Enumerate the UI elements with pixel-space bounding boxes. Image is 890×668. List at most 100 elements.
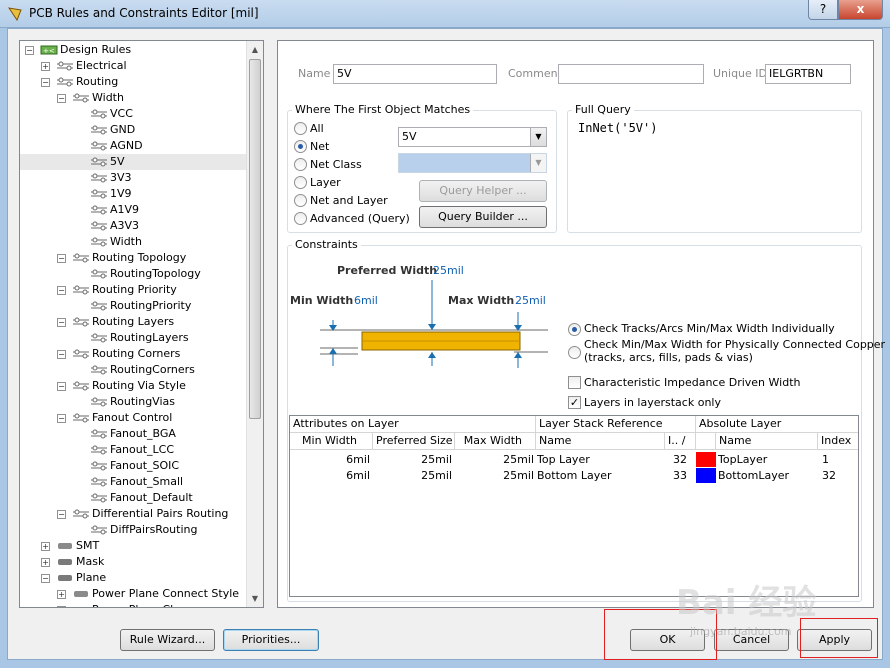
tree-item[interactable]: + Power Plane Connect Style <box>20 586 248 602</box>
close-button[interactable]: x <box>838 0 883 20</box>
expand-icon[interactable]: + <box>41 558 50 567</box>
col-abs-name[interactable]: Name <box>716 433 818 450</box>
tree-item[interactable]: Width <box>20 234 248 250</box>
help-button[interactable]: ? <box>808 0 838 20</box>
col-stack-index[interactable]: I.. / <box>665 433 696 450</box>
impedance-checkbox[interactable] <box>568 376 581 389</box>
tree-item[interactable]: Fanout_LCC <box>20 442 248 458</box>
collapse-icon[interactable]: − <box>57 382 66 391</box>
match-radio-label[interactable]: All <box>310 122 324 135</box>
collapse-icon[interactable]: − <box>25 46 34 55</box>
tree-item[interactable]: RoutingCorners <box>20 362 248 378</box>
tree-item[interactable]: RoutingVias <box>20 394 248 410</box>
cell-abs-name[interactable]: BottomLayer <box>718 468 818 484</box>
tree-item[interactable]: Fanout_Small <box>20 474 248 490</box>
tree-item[interactable]: Fanout_SOIC <box>20 458 248 474</box>
tree-item[interactable]: A3V3 <box>20 218 248 234</box>
cell-stack-name[interactable]: Bottom Layer <box>537 468 665 484</box>
expand-icon[interactable]: + <box>41 542 50 551</box>
tree-item[interactable]: VCC <box>20 106 248 122</box>
match-radio-label[interactable]: Net and Layer <box>310 194 388 207</box>
check-connected-label[interactable]: Check Min/Max Width for Physically Conne… <box>584 338 885 351</box>
cell-abs-name[interactable]: TopLayer <box>718 452 818 468</box>
tree-item[interactable]: 5V <box>20 154 248 170</box>
match-radio-net-class[interactable] <box>294 158 307 171</box>
tree-item[interactable]: RoutingLayers <box>20 330 248 346</box>
cell-max-width[interactable]: 25mil <box>455 468 536 484</box>
tree-item[interactable]: + Power Plane Clearance <box>20 602 248 607</box>
table-row[interactable]: 6mil 25mil 25mil Top Layer 32 TopLayer 1 <box>290 452 858 468</box>
layerstack-only-checkbox[interactable]: ✓ <box>568 396 581 409</box>
collapse-icon[interactable]: − <box>57 510 66 519</box>
layerstack-only-label[interactable]: Layers in layerstack only <box>584 396 721 409</box>
comment-field[interactable] <box>558 64 704 84</box>
tree-item[interactable]: − Differential Pairs Routing <box>20 506 248 522</box>
col-preferred-size[interactable]: Preferred Size <box>373 433 455 450</box>
scroll-up-icon[interactable]: ▲ <box>247 41 263 58</box>
match-radio-all[interactable] <box>294 122 307 135</box>
cell-stack-index[interactable]: 33 <box>665 468 687 484</box>
layer-width-table[interactable]: Attributes on Layer Layer Stack Referenc… <box>289 415 859 597</box>
tree-item[interactable]: − +< Design Rules <box>20 42 248 58</box>
preferred-width-value[interactable]: 25mil <box>433 264 464 277</box>
match-radio-layer[interactable] <box>294 176 307 189</box>
priorities-button[interactable]: Priorities... <box>223 629 319 651</box>
name-field[interactable]: 5V <box>333 64 497 84</box>
cell-stack-name[interactable]: Top Layer <box>537 452 665 468</box>
collapse-icon[interactable]: − <box>41 574 50 583</box>
tree-item[interactable]: AGND <box>20 138 248 154</box>
collapse-icon[interactable]: − <box>57 286 66 295</box>
expand-icon[interactable]: + <box>41 62 50 71</box>
collapse-icon[interactable]: − <box>57 94 66 103</box>
tree-item[interactable]: + Mask <box>20 554 248 570</box>
cell-preferred-size[interactable]: 25mil <box>373 468 455 484</box>
expand-icon[interactable]: + <box>57 606 66 607</box>
net-select[interactable]: 5V ▼ <box>398 127 547 147</box>
tree-item[interactable]: − Width <box>20 90 248 106</box>
col-min-width[interactable]: Min Width <box>290 433 373 450</box>
col-abs-index[interactable]: Index <box>818 433 858 450</box>
scroll-down-icon[interactable]: ▼ <box>247 590 263 607</box>
query-builder-button[interactable]: Query Builder ... <box>419 206 547 228</box>
tree-item[interactable]: − Routing Corners <box>20 346 248 362</box>
tree-item[interactable]: Fanout_BGA <box>20 426 248 442</box>
collapse-icon[interactable]: − <box>57 318 66 327</box>
impedance-label[interactable]: Characteristic Impedance Driven Width <box>584 376 800 389</box>
tree-item[interactable]: − Routing <box>20 74 248 90</box>
tree-item[interactable]: + Electrical <box>20 58 248 74</box>
col-stack-name[interactable]: Name <box>536 433 665 450</box>
match-radio-label[interactable]: Advanced (Query) <box>310 212 410 225</box>
cell-min-width[interactable]: 6mil <box>290 452 373 468</box>
expand-icon[interactable]: + <box>57 590 66 599</box>
tree-item[interactable]: 3V3 <box>20 170 248 186</box>
col-max-width[interactable]: Max Width <box>455 433 536 450</box>
tree-item[interactable]: + SMT <box>20 538 248 554</box>
scroll-thumb[interactable] <box>249 59 261 419</box>
cell-abs-index[interactable]: 32 <box>822 468 858 484</box>
match-radio-advanced-query[interactable] <box>294 212 307 225</box>
cell-abs-index[interactable]: 1 <box>822 452 858 468</box>
tree-item[interactable]: − Routing Topology <box>20 250 248 266</box>
rules-tree[interactable]: − +< Design Rules + Electrical − Routing − Width… <box>19 40 264 608</box>
match-radio-label[interactable]: Net <box>310 140 329 153</box>
cell-stack-index[interactable]: 32 <box>665 452 687 468</box>
tree-item[interactable]: Fanout_Default <box>20 490 248 506</box>
tree-item[interactable]: − Routing Priority <box>20 282 248 298</box>
chevron-down-icon[interactable]: ▼ <box>530 128 546 146</box>
match-radio-net[interactable] <box>294 140 307 153</box>
check-connected-radio[interactable] <box>568 346 581 359</box>
tree-item[interactable]: RoutingTopology <box>20 266 248 282</box>
tree-item[interactable]: GND <box>20 122 248 138</box>
match-radio-net-and-layer[interactable] <box>294 194 307 207</box>
tree-item[interactable]: RoutingPriority <box>20 298 248 314</box>
match-radio-label[interactable]: Net Class <box>310 158 362 171</box>
collapse-icon[interactable]: − <box>57 414 66 423</box>
tree-item[interactable]: 1V9 <box>20 186 248 202</box>
cell-preferred-size[interactable]: 25mil <box>373 452 455 468</box>
tree-item[interactable]: − Fanout Control <box>20 410 248 426</box>
table-row[interactable]: 6mil 25mil 25mil Bottom Layer 33 BottomLayer 3… <box>290 468 858 484</box>
match-radio-label[interactable]: Layer <box>310 176 341 189</box>
check-individually-radio[interactable] <box>568 323 581 336</box>
tree-item[interactable]: − Routing Via Style <box>20 378 248 394</box>
tree-item[interactable]: − Routing Layers <box>20 314 248 330</box>
